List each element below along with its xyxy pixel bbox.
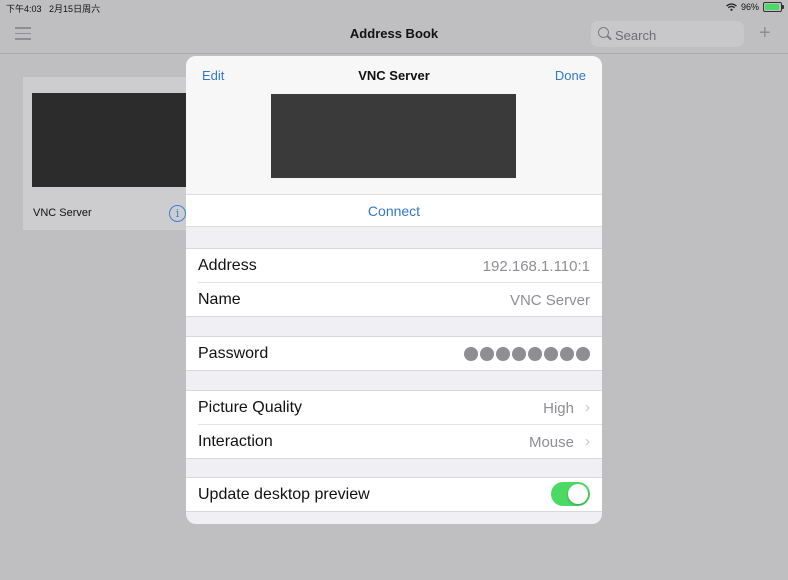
password-label: Password xyxy=(198,345,269,362)
status-bar: 下午4:03 2月15日周六 96% xyxy=(0,0,788,14)
address-row[interactable]: Address 192.168.1.110:1 xyxy=(186,249,602,282)
search-input[interactable] xyxy=(613,25,737,45)
connection-group: Address 192.168.1.110:1 Name VNC Server xyxy=(186,248,602,317)
password-row[interactable]: Password xyxy=(186,337,602,370)
plus-icon[interactable]: + xyxy=(759,23,771,43)
picture-quality-row[interactable]: Picture Quality High › xyxy=(186,391,602,424)
info-icon[interactable]: i xyxy=(169,205,186,222)
status-right: 96% xyxy=(726,2,784,12)
chevron-right-icon: › xyxy=(585,399,590,416)
nav-divider xyxy=(0,53,788,54)
name-value[interactable]: VNC Server xyxy=(510,292,590,309)
password-dot xyxy=(496,347,510,361)
password-dot xyxy=(480,347,494,361)
connect-row[interactable]: Connect xyxy=(186,194,602,227)
toggle-knob xyxy=(568,484,588,504)
server-thumbnail[interactable] xyxy=(32,93,190,187)
connect-button[interactable]: Connect xyxy=(186,203,602,219)
desktop-preview-image xyxy=(271,94,516,178)
password-dot xyxy=(528,347,542,361)
nav-bar: Address Book + xyxy=(0,14,788,54)
desktop-preview xyxy=(186,94,602,194)
password-dot xyxy=(464,347,478,361)
address-value[interactable]: 192.168.1.110:1 xyxy=(483,258,590,275)
update-preview-label: Update desktop preview xyxy=(198,486,370,503)
picture-quality-value: High xyxy=(543,400,574,417)
modal-header: Edit VNC Server Done xyxy=(186,56,602,94)
chevron-right-icon: › xyxy=(585,433,590,450)
password-dot xyxy=(560,347,574,361)
update-preview-toggle[interactable] xyxy=(551,482,590,506)
server-details-modal: Edit VNC Server Done Connect Address 192… xyxy=(186,56,602,524)
battery-fill xyxy=(765,4,779,10)
address-label: Address xyxy=(198,257,257,274)
preview-group: Update desktop preview xyxy=(186,477,602,512)
picture-quality-label: Picture Quality xyxy=(198,399,303,416)
interaction-value: Mouse xyxy=(528,434,574,451)
password-dot xyxy=(576,347,590,361)
done-button[interactable]: Done xyxy=(555,68,586,83)
options-group: Picture Quality High › Interaction Mouse… xyxy=(186,390,602,459)
name-label: Name xyxy=(198,291,241,308)
server-card[interactable]: VNC Server i xyxy=(23,77,193,230)
search-icon xyxy=(598,27,609,38)
password-dot xyxy=(512,347,526,361)
modal-title: VNC Server xyxy=(358,68,430,83)
name-row[interactable]: Name VNC Server xyxy=(198,282,602,316)
search-bar[interactable] xyxy=(591,21,744,47)
interaction-row[interactable]: Interaction Mouse › xyxy=(198,424,602,458)
update-preview-row[interactable]: Update desktop preview xyxy=(186,478,602,511)
status-date: 2月15日周六 xyxy=(49,4,101,14)
battery-icon xyxy=(763,2,784,12)
password-group: Password xyxy=(186,336,602,371)
interaction-label: Interaction xyxy=(198,433,273,450)
password-dots[interactable] xyxy=(464,347,590,361)
wifi-icon xyxy=(726,3,737,11)
status-time: 下午4:03 xyxy=(6,4,42,14)
password-dot xyxy=(544,347,558,361)
battery-percent: 96% xyxy=(740,2,759,12)
server-card-label: VNC Server xyxy=(33,207,92,219)
